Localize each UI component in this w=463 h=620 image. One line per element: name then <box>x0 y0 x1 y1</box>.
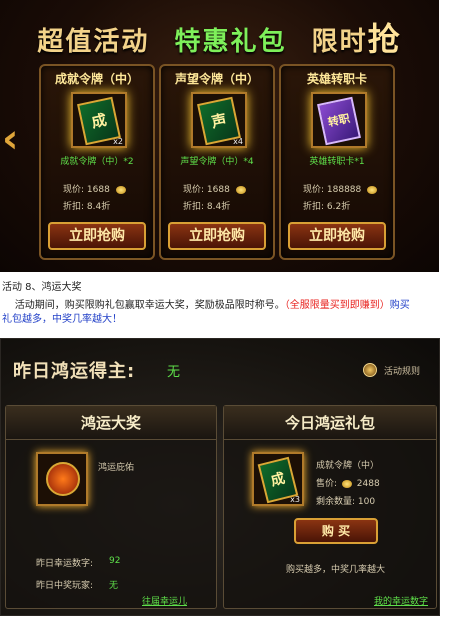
past-winners-link[interactable]: 往届幸运儿 <box>142 594 187 607</box>
headline-part2: 特惠礼包 <box>174 27 287 57</box>
offer-price-row: 现价: 1688 <box>63 182 126 195</box>
prize-item-slot[interactable] <box>36 452 88 506</box>
class-change-card-icon: 转职 <box>317 96 361 146</box>
gift-item-quantity: x3 <box>290 495 300 504</box>
daily-gift-title: 今日鸿运礼包 <box>224 406 436 440</box>
gold-coin-icon <box>341 479 352 488</box>
yesterday-winner-label: 昨日鸿运得主: <box>13 361 136 382</box>
gift-price-value: 2488 <box>356 479 380 489</box>
lucky-draw-panel: 昨日鸿运得主: 无 活动规则 鸿运大奖 鸿运庇佑 昨日幸运数字: 92 昨日中奖… <box>0 338 440 616</box>
gift-price-label: 售价: <box>316 479 338 489</box>
item-slot[interactable]: 声 x4 <box>191 92 247 148</box>
headline-part1: 超值活动 <box>37 27 150 57</box>
buy-now-button[interactable]: 立即抢购 <box>48 222 146 250</box>
item-quantity: x2 <box>113 137 123 146</box>
activity-note: （全服限量买到即赚到） <box>284 300 390 311</box>
offer-title: 成就令牌（中） <box>54 72 139 86</box>
headline-part3b: 抢 <box>367 20 402 58</box>
offer-price: 现价: 1688 <box>183 185 230 195</box>
buy-now-button[interactable]: 立即抢购 <box>288 222 386 250</box>
my-lucky-number-link[interactable]: 我的幸运数字 <box>374 594 428 607</box>
gift-item-slot[interactable]: 成 x3 <box>252 452 304 506</box>
buy-now-button[interactable]: 立即抢购 <box>168 222 266 250</box>
lucky-number-value: 92 <box>109 556 121 566</box>
item-quantity: x4 <box>233 137 243 146</box>
rules-icon[interactable] <box>363 363 377 377</box>
gold-coin-icon <box>235 185 246 194</box>
offer-card: 英雄转职卡 转职 英雄转职卡*1 现价: 188888 折扣: 6.2折 立即抢… <box>279 64 395 260</box>
activity-tail-2: 礼包越多，中奖几率越大！ <box>2 314 122 325</box>
offer-price: 现价: 1688 <box>63 185 110 195</box>
promo-banner: 超值活动 特惠礼包 限时抢 ‹ 成就令牌（中） 成 x2 成就令牌（中）*2 现… <box>0 0 439 272</box>
item-slot[interactable]: 转职 <box>311 92 367 148</box>
grand-prize-box: 鸿运大奖 鸿运庇佑 昨日幸运数字: 92 昨日中奖玩家: 无 往届幸运儿 <box>5 405 217 609</box>
offer-title: 声望令牌（中） <box>174 72 259 86</box>
prize-item-name: 鸿运庇佑 <box>98 463 135 473</box>
headline-part3a: 限时 <box>311 27 368 57</box>
prev-arrow-icon[interactable]: ‹ <box>2 118 24 160</box>
activity-rules-link[interactable]: 活动规则 <box>384 364 420 377</box>
yesterday-winner-value: 无 <box>167 365 181 380</box>
offer-discount: 折扣: 8.4折 <box>183 202 231 212</box>
activity-heading: 活动 8、鸿运大奖 <box>2 282 82 293</box>
gift-note: 购买越多，中奖几率越大 <box>286 565 386 575</box>
gift-item-name: 成就令牌（中） <box>316 461 380 471</box>
gift-remaining: 剩余数量: 100 <box>316 497 376 507</box>
gold-coin-icon <box>115 185 126 194</box>
activity-desc-text: 活动期间，购买限购礼包赢取幸运大奖，奖励极品限时称号。 <box>14 300 285 311</box>
offer-price-row: 现价: 188888 <box>303 182 378 195</box>
gift-price-row: 售价: 2488 <box>316 476 380 489</box>
offer-card: 成就令牌（中） 成 x2 成就令牌（中）*2 现价: 1688 折扣: 8.4折… <box>39 64 155 260</box>
gold-coin-icon <box>367 185 378 194</box>
offer-discount: 折扣: 8.4折 <box>63 202 111 212</box>
blessing-badge-icon <box>46 462 80 496</box>
yesterday-winner-player-value: 无 <box>109 581 119 591</box>
offer-price: 现价: 188888 <box>303 185 362 195</box>
offer-price-row: 现价: 1688 <box>183 182 246 195</box>
item-slot[interactable]: 成 x2 <box>71 92 127 148</box>
grand-prize-title: 鸿运大奖 <box>6 406 216 440</box>
offer-item-name: 英雄转职卡*1 <box>309 157 365 167</box>
yesterday-winner-player-label: 昨日中奖玩家: <box>36 581 94 591</box>
activity-description: 活动期间，购买限购礼包赢取幸运大奖，奖励极品限时称号。（全服限量买到即赚到）购买… <box>2 299 454 327</box>
offer-card: 声望令牌（中） 声 x4 声望令牌（中）*4 现价: 1688 折扣: 8.4折… <box>159 64 275 260</box>
offer-title: 英雄转职卡 <box>306 72 367 86</box>
daily-gift-box: 今日鸿运礼包 成 x3 成就令牌（中） 售价: 2488 剩余数量: 100 购… <box>223 405 437 609</box>
activity-tail-1: 购买 <box>389 300 410 311</box>
banner-headline: 超值活动 特惠礼包 限时抢 <box>0 14 439 60</box>
buy-gift-button[interactable]: 购 买 <box>294 518 378 544</box>
lucky-number-label: 昨日幸运数字: <box>36 559 94 569</box>
offer-item-name: 成就令牌（中）*2 <box>60 157 134 167</box>
offer-discount: 折扣: 6.2折 <box>303 202 351 212</box>
offer-item-name: 声望令牌（中）*4 <box>180 157 254 167</box>
